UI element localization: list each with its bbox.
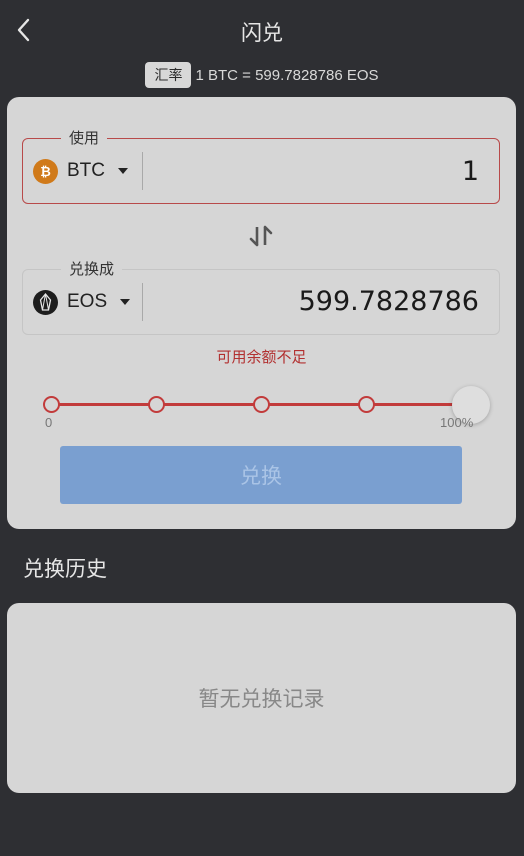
field-divider (142, 152, 143, 190)
insufficient-balance-warning: 可用余额不足 (216, 348, 307, 366)
exchange-button[interactable]: 兑换 (60, 446, 462, 504)
from-coin-symbol: BTC (67, 160, 105, 181)
history-empty-text: 暂无兑换记录 (198, 687, 325, 711)
slider-step-dot[interactable] (42, 396, 60, 413)
exchange-rate-row: 汇率 1 BTC = 599.7828786 EOS (0, 62, 524, 88)
history-title: 兑换历史 (23, 557, 107, 581)
exchange-card: 使用 ₿ BTC 兑换成 EOS (7, 97, 516, 529)
rate-badge: 汇率 (145, 62, 192, 88)
slider-step-dot[interactable] (252, 396, 270, 413)
percentage-slider[interactable]: 0 100% (37, 383, 497, 435)
caret-down-icon (118, 168, 128, 174)
history-card: 暂无兑换记录 (7, 603, 516, 793)
slider-step-dot[interactable] (357, 396, 375, 413)
from-field: 使用 ₿ BTC (22, 128, 500, 204)
header: 闪兑 (0, 0, 524, 62)
to-coin-select[interactable]: EOS (33, 270, 131, 334)
slider-min-label: 0 (45, 415, 53, 430)
eos-icon (33, 289, 58, 315)
caret-down-icon (120, 299, 131, 305)
field-divider (142, 283, 143, 321)
rate-text: 1 BTC = 599.7828786 EOS (195, 66, 379, 84)
page-title: 闪兑 (241, 21, 283, 45)
slider-max-label: 100% (440, 415, 474, 430)
to-field: 兑换成 EOS 599.7828786 (22, 259, 500, 335)
swap-arrows-icon[interactable] (247, 221, 275, 251)
from-coin-select[interactable]: ₿ BTC (33, 139, 128, 203)
to-amount-value: 599.7828786 (298, 286, 479, 317)
to-coin-symbol: EOS (67, 291, 108, 312)
from-amount-input[interactable] (159, 139, 479, 203)
bitcoin-icon: ₿ (33, 158, 58, 184)
slider-step-dot[interactable] (147, 396, 165, 413)
